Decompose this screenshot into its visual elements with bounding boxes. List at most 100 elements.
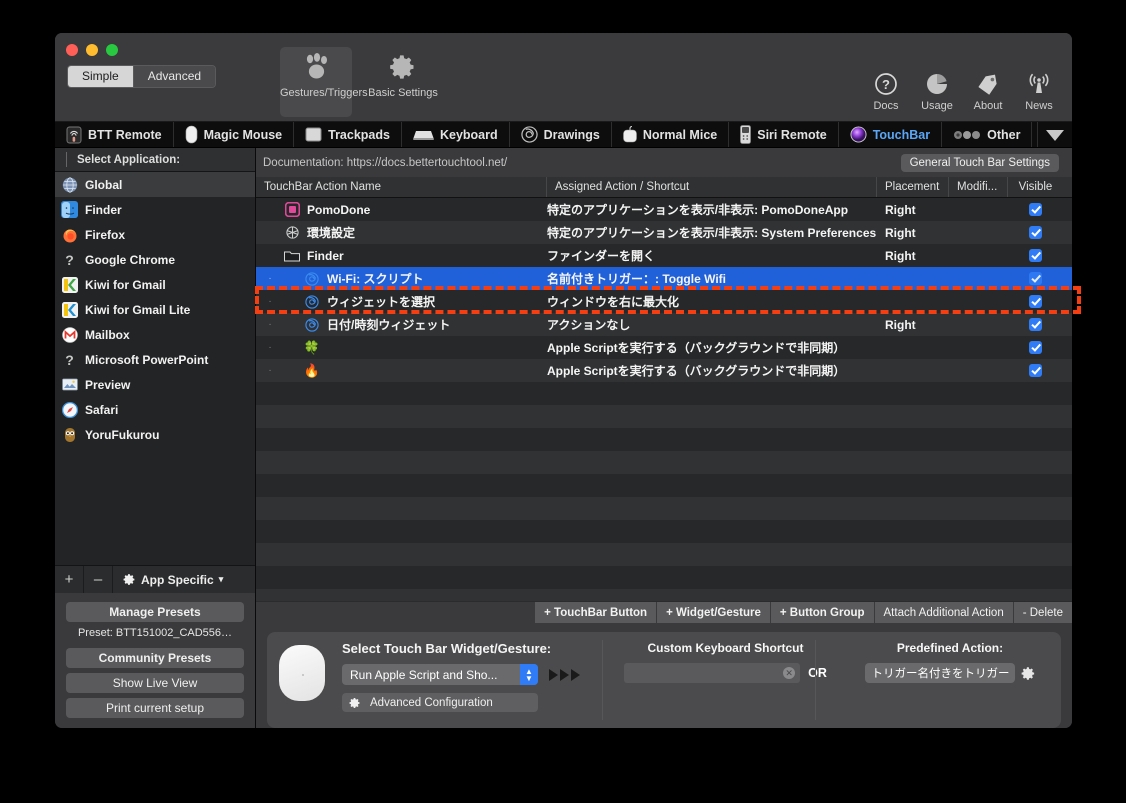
- sidebar-item-kiwi-for-gmail-lite[interactable]: Kiwi for Gmail Lite: [55, 297, 255, 322]
- add-button-group-button[interactable]: + Button Group: [769, 602, 874, 623]
- table-scrollbar[interactable]: [1068, 177, 1072, 601]
- table-empty-row: [256, 543, 1072, 566]
- sidebar-item-global[interactable]: Global: [55, 172, 255, 197]
- row-gutter: ·: [268, 273, 272, 284]
- mode-segmented-control[interactable]: Simple Advanced: [67, 65, 217, 88]
- toolbar-usage-button[interactable]: Usage: [918, 69, 956, 112]
- toolbar: Simple Advanced Gestures/Triggers Basic …: [55, 33, 1072, 121]
- tab-trackpads[interactable]: Trackpads: [294, 122, 402, 147]
- sidebar-item-kiwi-lite-label: Kiwi for Gmail Lite: [85, 302, 191, 317]
- column-header-action[interactable]: Assigned Action / Shortcut: [547, 177, 877, 197]
- row-visible-cell[interactable]: [1008, 336, 1063, 359]
- delete-button[interactable]: - Delete: [1012, 602, 1072, 623]
- sidebar-item-firefox-label: Firefox: [85, 227, 126, 242]
- row-visible-cell[interactable]: [1008, 359, 1063, 382]
- row-modifier-cell: [949, 198, 1008, 221]
- app-specific-dropdown[interactable]: App Specific ▾: [113, 566, 255, 593]
- table-row[interactable]: 環境設定 特定のアプリケーションを表示/非表示: System Preferen…: [256, 221, 1072, 244]
- tab-other[interactable]: Other: [942, 122, 1033, 147]
- toolbar-item-gestures-triggers[interactable]: Gestures/Triggers: [280, 47, 368, 117]
- toolbar-item-basic-settings[interactable]: Basic Settings: [367, 47, 439, 99]
- show-live-view-button[interactable]: Show Live View: [66, 673, 244, 693]
- community-presets-button[interactable]: Community Presets: [66, 648, 244, 668]
- visible-checkbox[interactable]: [1029, 226, 1042, 239]
- visible-checkbox[interactable]: [1029, 341, 1042, 354]
- row-visible-cell[interactable]: [1008, 313, 1063, 336]
- row-visible-cell[interactable]: [1008, 290, 1063, 313]
- widget-select[interactable]: Run Apple Script and Sho... ▲ ▼: [342, 664, 538, 685]
- tab-keyboard[interactable]: Keyboard: [402, 122, 510, 147]
- toolbar-item-basic-label: Basic Settings: [368, 87, 438, 99]
- visible-checkbox[interactable]: [1029, 295, 1042, 308]
- general-touch-bar-settings-button[interactable]: General Touch Bar Settings: [900, 153, 1059, 172]
- predefined-action-group: Predefined Action: トリガー名付きをトリガー（ ▾: [855, 641, 1045, 683]
- run-script-button[interactable]: [549, 668, 580, 681]
- close-button[interactable]: [66, 44, 78, 56]
- visible-checkbox[interactable]: [1029, 203, 1042, 216]
- stepper-arrows-icon[interactable]: ▲ ▼: [520, 664, 538, 685]
- row-visible-cell[interactable]: [1008, 244, 1063, 267]
- column-header-visible[interactable]: Visible: [1008, 177, 1063, 197]
- tab-normal-mice[interactable]: Normal Mice: [612, 122, 730, 147]
- row-visible-cell[interactable]: [1008, 198, 1063, 221]
- row-visible-cell[interactable]: [1008, 267, 1063, 290]
- sidebar-item-preview[interactable]: Preview: [55, 372, 255, 397]
- shortcut-input[interactable]: ✕: [624, 663, 801, 683]
- tab-btt-remote[interactable]: BTT Remote: [55, 122, 174, 147]
- row-name-cell: 🍀: [284, 336, 547, 359]
- table-row[interactable]: PomoDone 特定のアプリケーションを表示/非表示: PomoDoneApp…: [256, 198, 1072, 221]
- clear-x-icon[interactable]: ✕: [783, 667, 796, 679]
- tab-magic-mouse[interactable]: Magic Mouse: [174, 122, 295, 147]
- segment-simple[interactable]: Simple: [68, 66, 134, 87]
- documentation-link[interactable]: Documentation: https://docs.bettertoucht…: [263, 157, 507, 169]
- visible-checkbox[interactable]: [1029, 249, 1042, 262]
- table-row[interactable]: · 🔥 Apple Scriptを実行する（バックグラウンドで非同期）: [256, 359, 1072, 382]
- kiwi-lite-icon: [61, 301, 78, 318]
- toolbar-about-button[interactable]: About: [969, 69, 1007, 112]
- sidebar-item-kiwi-for-gmail[interactable]: Kiwi for Gmail: [55, 272, 255, 297]
- remove-application-button[interactable]: –: [84, 566, 113, 593]
- add-touchbar-button[interactable]: + TouchBar Button: [534, 602, 657, 623]
- column-header-modifier[interactable]: Modifi...: [949, 177, 1008, 197]
- tab-touchbar[interactable]: TouchBar: [839, 122, 943, 147]
- widget-selector-title: Select Touch Bar Widget/Gesture:: [342, 641, 552, 656]
- table-row[interactable]: · 🍀 Apple Scriptを実行する（バックグラウンドで非同期）: [256, 336, 1072, 359]
- table-row[interactable]: · ウィジェットを選択 ウィンドウを右に最大化: [256, 290, 1072, 313]
- tab-btt-remote-label: BTT Remote: [88, 127, 162, 142]
- table-row[interactable]: · 日付/時刻ウィジェット アクションなし Right: [256, 313, 1072, 336]
- row-visible-cell[interactable]: [1008, 221, 1063, 244]
- sidebar-item-finder[interactable]: Finder: [55, 197, 255, 222]
- zoom-button[interactable]: [106, 44, 118, 56]
- table-row-selected[interactable]: · Wi-Fi: スクリプト 名前付きトリガー：: Toggle Wifi: [256, 267, 1072, 290]
- add-widget-gesture-button[interactable]: + Widget/Gesture: [656, 602, 770, 623]
- sidebar-item-google-chrome[interactable]: ? Google Chrome: [55, 247, 255, 272]
- column-header-name[interactable]: TouchBar Action Name: [256, 177, 547, 197]
- advanced-configuration-button[interactable]: Advanced Configuration: [342, 693, 538, 712]
- tab-drawings[interactable]: Drawings: [510, 122, 612, 147]
- visible-checkbox[interactable]: [1029, 318, 1042, 331]
- sidebar-item-microsoft-powerpoint[interactable]: ? Microsoft PowerPoint: [55, 347, 255, 372]
- visible-checkbox[interactable]: [1029, 272, 1042, 285]
- manage-presets-button[interactable]: Manage Presets: [66, 602, 244, 622]
- toolbar-news-button[interactable]: News: [1020, 69, 1058, 112]
- print-current-setup-button[interactable]: Print current setup: [66, 698, 244, 718]
- spiral-blue-icon: [304, 317, 320, 333]
- add-application-button[interactable]: +: [55, 566, 84, 593]
- table-row[interactable]: Finder ファインダーを開く Right: [256, 244, 1072, 267]
- tab-siri-remote[interactable]: Siri Remote: [729, 122, 839, 147]
- attach-additional-action-button[interactable]: Attach Additional Action: [873, 602, 1013, 623]
- minimize-button[interactable]: [86, 44, 98, 56]
- sidebar-item-safari[interactable]: Safari: [55, 397, 255, 422]
- gear-icon[interactable]: [1021, 666, 1036, 681]
- sidebar-item-firefox[interactable]: Firefox: [55, 222, 255, 247]
- segment-advanced[interactable]: Advanced: [133, 66, 216, 87]
- visible-checkbox[interactable]: [1029, 364, 1042, 377]
- tab-overflow-button[interactable]: [1038, 122, 1072, 147]
- table-empty-row: [256, 566, 1072, 589]
- sidebar-item-mailbox[interactable]: Mailbox: [55, 322, 255, 347]
- touchbar-orb-icon: [850, 126, 867, 143]
- predefined-action-select[interactable]: トリガー名付きをトリガー（ ▾: [864, 663, 1015, 683]
- toolbar-docs-button[interactable]: ? Docs: [867, 69, 905, 112]
- column-header-placement[interactable]: Placement: [877, 177, 949, 197]
- sidebar-item-yorufukurou[interactable]: YoruFukurou: [55, 422, 255, 447]
